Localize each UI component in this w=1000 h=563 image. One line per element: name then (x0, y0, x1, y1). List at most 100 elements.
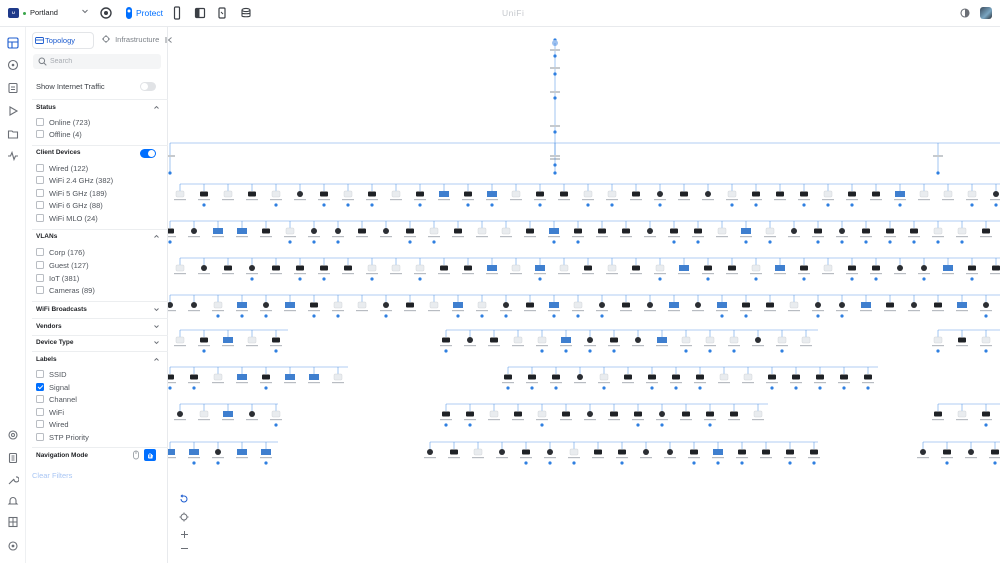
node-dot[interactable] (408, 240, 412, 244)
device-node[interactable] (343, 190, 353, 198)
node-dot[interactable] (984, 423, 988, 427)
device-node[interactable] (477, 227, 487, 235)
topology-canvas[interactable] (168, 27, 1000, 563)
device-label[interactable] (548, 310, 560, 312)
device-node[interactable] (247, 336, 257, 344)
device-node[interactable] (175, 336, 185, 344)
node-dot[interactable] (553, 72, 557, 76)
device-label[interactable] (620, 236, 632, 238)
device-node[interactable] (607, 190, 617, 198)
device-node[interactable] (730, 411, 738, 417)
checkbox[interactable] (36, 370, 44, 378)
device-node[interactable] (672, 374, 680, 380)
checkbox[interactable] (36, 261, 44, 269)
device-node[interactable] (200, 191, 208, 197)
device-label[interactable] (572, 310, 584, 312)
device-label[interactable] (584, 419, 596, 421)
device-node[interactable] (191, 228, 197, 234)
device-node[interactable] (993, 191, 999, 197)
device-label[interactable] (284, 382, 296, 384)
device-label[interactable] (862, 382, 874, 384)
node-dot[interactable] (553, 54, 557, 58)
device-node[interactable] (309, 374, 319, 380)
device-label[interactable] (764, 310, 776, 312)
device-label[interactable] (550, 125, 560, 127)
device-node[interactable] (522, 449, 530, 455)
device-label[interactable] (668, 236, 680, 238)
device-node[interactable] (696, 374, 704, 380)
node-dot[interactable] (984, 314, 988, 318)
device-node[interactable] (224, 265, 232, 271)
device-node[interactable] (983, 302, 989, 308)
node-dot[interactable] (504, 314, 508, 318)
device-label[interactable] (414, 199, 426, 201)
filter-offline[interactable]: Offline (4) (36, 129, 82, 139)
device-node[interactable] (743, 373, 753, 381)
device-node[interactable] (577, 374, 583, 380)
device-node[interactable] (526, 302, 534, 308)
device-label[interactable] (788, 310, 800, 312)
device-node[interactable] (741, 228, 751, 234)
device-label[interactable] (558, 273, 570, 275)
device-node[interactable] (717, 302, 727, 308)
device-node[interactable] (537, 336, 547, 344)
device-label[interactable] (488, 345, 500, 347)
device-node[interactable] (296, 265, 304, 271)
device-node[interactable] (406, 228, 414, 234)
device-node[interactable] (335, 228, 341, 234)
device-node[interactable] (513, 336, 523, 344)
device-node[interactable] (199, 410, 209, 418)
device-label[interactable] (168, 382, 176, 384)
device-node[interactable] (800, 191, 808, 197)
device-node[interactable] (358, 228, 366, 234)
device-node[interactable] (503, 302, 509, 308)
device-node[interactable] (528, 374, 536, 380)
node-dot[interactable] (506, 386, 510, 390)
device-node[interactable] (729, 336, 739, 344)
device-label[interactable] (870, 199, 882, 201)
node-dot[interactable] (898, 203, 902, 207)
chevron-up-icon[interactable] (153, 104, 160, 113)
device-label[interactable] (884, 310, 896, 312)
device-node[interactable] (943, 265, 953, 271)
device-label[interactable] (740, 236, 752, 238)
chevron-down-icon[interactable] (153, 339, 160, 348)
client-devices-toggle[interactable] (140, 149, 156, 158)
device-label[interactable] (548, 236, 560, 238)
device-node[interactable] (237, 228, 247, 234)
device-node[interactable] (333, 301, 343, 309)
device-label[interactable] (812, 236, 824, 238)
device-label[interactable] (942, 199, 954, 201)
filter-vlan-iot[interactable]: IoT (381) (36, 273, 79, 283)
device-node[interactable] (968, 265, 976, 271)
node-dot[interactable] (240, 314, 244, 318)
device-node[interactable] (599, 373, 609, 381)
node-dot[interactable] (922, 277, 926, 281)
mouse-mode-icon[interactable] (132, 450, 140, 462)
device-node[interactable] (237, 302, 247, 308)
node-dot[interactable] (960, 240, 964, 244)
device-node[interactable] (706, 411, 714, 417)
device-label[interactable] (520, 457, 532, 459)
device-label[interactable] (512, 419, 524, 421)
device-label[interactable] (932, 236, 944, 238)
device-node[interactable] (467, 337, 473, 343)
reset-view-icon[interactable] (178, 493, 190, 505)
device-label[interactable] (688, 457, 700, 459)
node-dot[interactable] (336, 240, 340, 244)
device-label[interactable] (428, 310, 440, 312)
device-label[interactable] (606, 199, 618, 201)
device-node[interactable] (215, 449, 221, 455)
device-node[interactable] (569, 448, 579, 456)
node-dot[interactable] (298, 277, 302, 281)
device-label[interactable] (632, 419, 644, 421)
device-label[interactable] (404, 236, 416, 238)
device-node[interactable] (839, 302, 845, 308)
device-label[interactable] (966, 199, 978, 201)
topology-icon[interactable] (6, 58, 20, 72)
device-node[interactable] (535, 265, 545, 271)
node-dot[interactable] (264, 386, 268, 390)
device-node[interactable] (727, 190, 737, 198)
chevron-up-icon[interactable] (153, 233, 160, 242)
node-dot[interactable] (490, 203, 494, 207)
